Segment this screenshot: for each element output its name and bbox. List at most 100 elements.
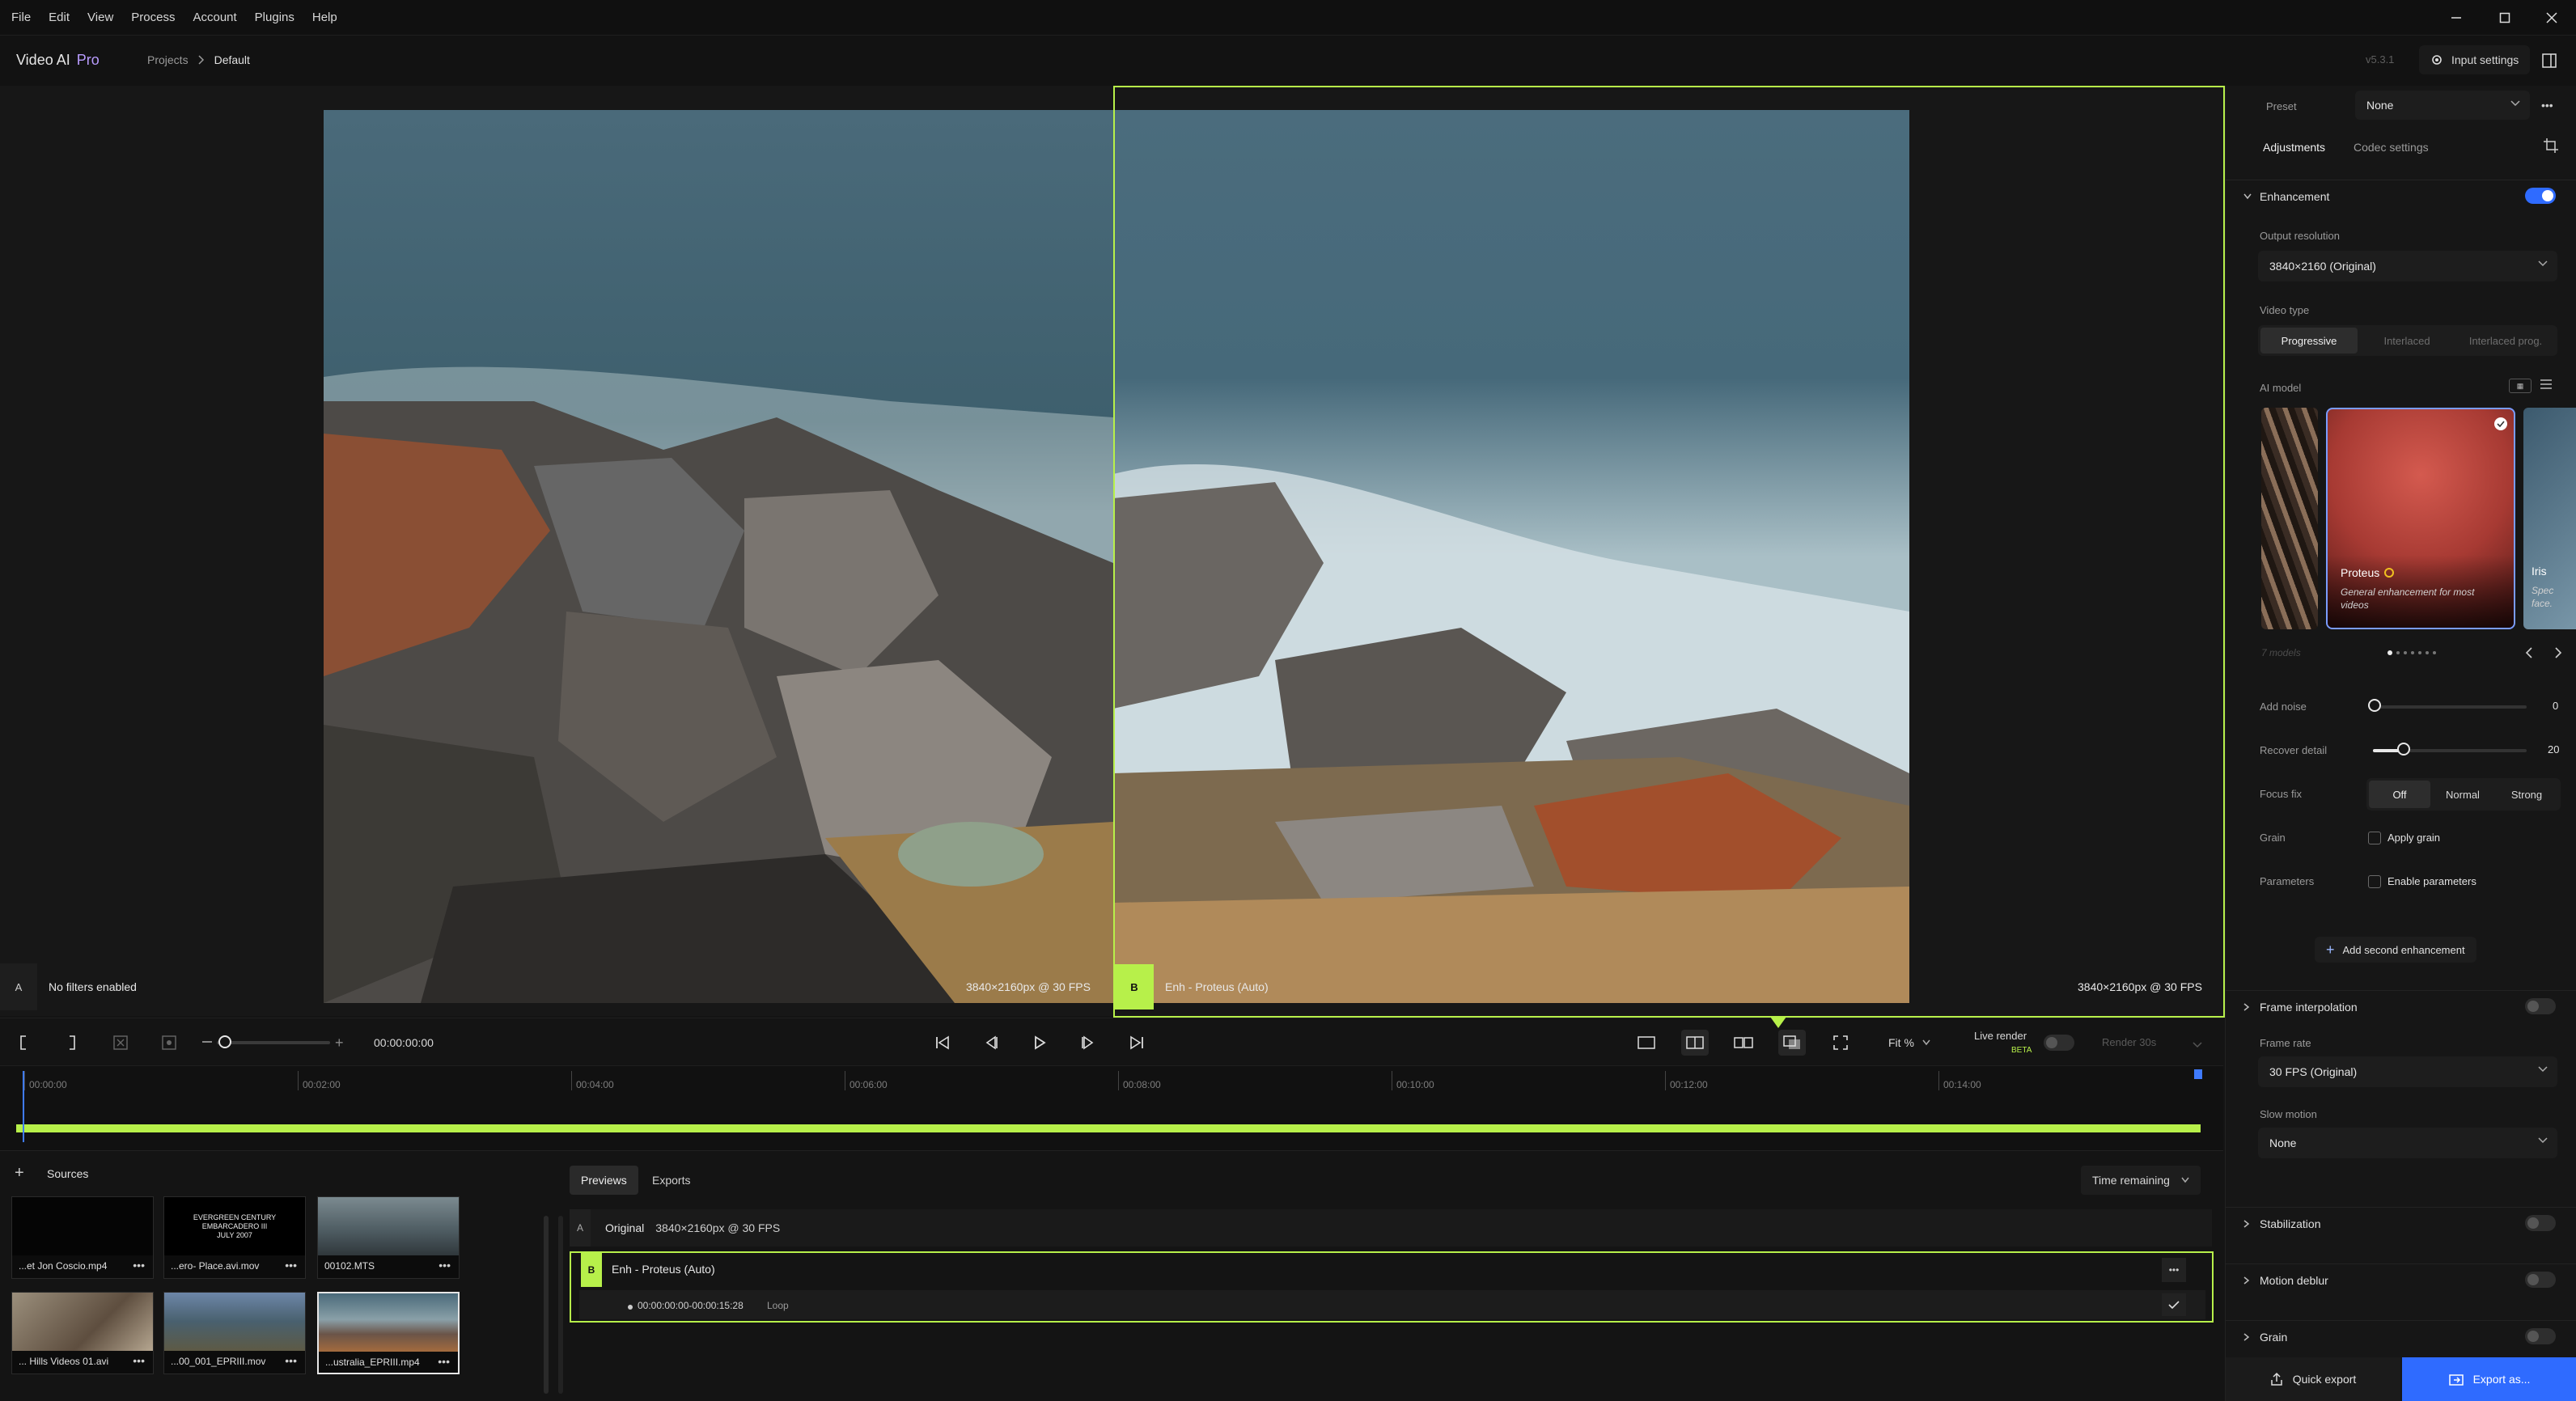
model-card-proteus[interactable]: Proteus General enhancement for most vid… — [2326, 408, 2515, 629]
more-options-icon[interactable]: ••• — [438, 1355, 450, 1368]
enhancement-section-header[interactable]: Enhancement — [2226, 180, 2576, 212]
stabilization-section-header[interactable]: Stabilization — [2226, 1207, 2576, 1239]
add-noise-knob[interactable] — [2368, 699, 2381, 712]
prev-frame-icon[interactable] — [977, 1030, 1005, 1056]
enable-parameters-checkbox[interactable] — [2368, 875, 2381, 888]
model-pagination[interactable] — [2387, 650, 2436, 655]
play-icon[interactable] — [1026, 1030, 1053, 1056]
panel-toggle-icon[interactable] — [2539, 50, 2560, 71]
add-source-icon[interactable]: + — [15, 1164, 24, 1183]
quick-export-button[interactable]: Quick export — [2226, 1357, 2400, 1401]
preview-row-enhanced[interactable]: B Enh - Proteus (Auto) ••• 00:00:00:00-0… — [570, 1251, 2214, 1323]
focus-fix-normal[interactable]: Normal — [2430, 781, 2495, 808]
sort-dropdown[interactable]: Time remaining — [2081, 1166, 2201, 1195]
preview-row-original[interactable]: A Original 3840×2160px @ 30 FPS — [570, 1209, 2212, 1247]
source-thumbnail-selected[interactable]: ...ustralia_EPRIII.mp4 ••• — [317, 1292, 460, 1374]
more-options-icon[interactable]: ••• — [439, 1259, 451, 1272]
source-thumbnail[interactable]: ...00_001_EPRIII.mov ••• — [163, 1292, 306, 1374]
split-view-icon[interactable] — [1681, 1030, 1709, 1056]
list-view-icon[interactable] — [2540, 379, 2553, 393]
minimize-icon[interactable] — [2432, 0, 2481, 36]
frame-rate-dropdown[interactable]: 30 FPS (Original) — [2258, 1056, 2557, 1087]
render-options-chevron-icon[interactable] — [2193, 1038, 2202, 1052]
row-more-icon[interactable]: ••• — [2162, 1258, 2186, 1282]
focus-fix-strong[interactable]: Strong — [2495, 781, 2558, 808]
slow-motion-dropdown[interactable]: None — [2258, 1128, 2557, 1158]
add-noise-slider[interactable] — [2373, 705, 2527, 709]
video-type-interlaced-prog[interactable]: Interlaced prog. — [2456, 328, 2555, 353]
mark-in-icon[interactable] — [10, 1030, 37, 1056]
menu-process[interactable]: Process — [131, 11, 175, 24]
close-icon[interactable] — [2527, 0, 2576, 36]
live-render-toggle[interactable] — [2044, 1035, 2074, 1051]
frame-interpolation-toggle[interactable] — [2525, 998, 2556, 1014]
recover-detail-knob[interactable] — [2397, 743, 2410, 756]
maximize-icon[interactable] — [2481, 0, 2529, 36]
timecode[interactable]: 00:00:00:00 — [374, 1036, 434, 1049]
source-thumbnail[interactable]: ...et Jon Coscio.mp4 ••• — [11, 1196, 154, 1279]
more-options-icon[interactable]: ••• — [285, 1259, 297, 1272]
menu-view[interactable]: View — [87, 11, 113, 24]
next-frame-icon[interactable] — [1074, 1030, 1102, 1056]
preview-viewer[interactable]: A No filters enabled 3840×2160px @ 30 FP… — [0, 86, 2225, 1018]
side-by-side-icon[interactable] — [1730, 1030, 1757, 1056]
zoom-slider-knob[interactable] — [218, 1035, 231, 1048]
preset-more-icon[interactable]: ••• — [2541, 99, 2553, 112]
timeline[interactable]: 00:00:00 00:02:00 00:04:00 00:06:00 00:0… — [0, 1066, 2223, 1150]
zoom-slider[interactable] — [217, 1041, 330, 1044]
mark-out-icon[interactable] — [58, 1030, 86, 1056]
model-card-prev[interactable] — [2261, 408, 2318, 629]
fullscreen-icon[interactable] — [1827, 1030, 1854, 1056]
skip-start-icon[interactable] — [929, 1030, 956, 1056]
add-second-enhancement-button[interactable]: + Add second enhancement — [2315, 937, 2476, 963]
tab-previews[interactable]: Previews — [570, 1166, 638, 1195]
export-as-button[interactable]: Export as... — [2402, 1357, 2576, 1401]
queue-scrollbar[interactable] — [558, 1216, 563, 1394]
more-options-icon[interactable]: ••• — [285, 1354, 297, 1367]
output-resolution-dropdown[interactable]: 3840×2160 (Original) — [2258, 251, 2557, 281]
source-thumbnail[interactable]: EVERGREEN CENTURY EMBARCADERO III JULY 2… — [163, 1196, 306, 1279]
chevron-right-icon[interactable] — [2554, 647, 2562, 662]
sources-scrollbar[interactable] — [544, 1216, 549, 1394]
video-type-interlaced[interactable]: Interlaced — [2358, 328, 2456, 353]
clear-marks-icon[interactable] — [107, 1030, 134, 1056]
enhancement-toggle[interactable] — [2525, 188, 2556, 204]
preset-dropdown[interactable]: None — [2355, 91, 2530, 120]
chevron-left-icon[interactable] — [2525, 647, 2533, 662]
row-check-icon[interactable] — [2162, 1293, 2186, 1316]
grain-toggle[interactable] — [2525, 1328, 2556, 1344]
menu-plugins[interactable]: Plugins — [255, 11, 294, 24]
video-type-progressive[interactable]: Progressive — [2260, 328, 2358, 353]
motion-deblur-toggle[interactable] — [2525, 1272, 2556, 1288]
menu-file[interactable]: File — [11, 11, 31, 24]
playhead[interactable] — [23, 1071, 24, 1142]
more-options-icon[interactable]: ••• — [133, 1259, 145, 1272]
tab-adjustments[interactable]: Adjustments — [2263, 141, 2325, 154]
crop-icon[interactable] — [2543, 138, 2559, 157]
snap-icon[interactable] — [155, 1030, 183, 1056]
single-view-icon[interactable] — [1633, 1030, 1660, 1056]
out-point-marker[interactable] — [2194, 1069, 2202, 1079]
skip-end-icon[interactable] — [1123, 1030, 1150, 1056]
preview-range-bar[interactable] — [16, 1124, 2201, 1132]
render-button[interactable]: Render 30s — [2102, 1036, 2156, 1048]
menu-account[interactable]: Account — [193, 11, 236, 24]
grain-section-header[interactable]: Grain — [2226, 1320, 2576, 1352]
breadcrumb-projects[interactable]: Projects — [147, 53, 189, 66]
overlay-view-icon[interactable] — [1778, 1030, 1806, 1056]
fit-zoom-dropdown[interactable]: Fit % — [1888, 1036, 1930, 1049]
zoom-in-icon[interactable]: + — [335, 1035, 344, 1052]
input-settings-button[interactable]: Input settings — [2419, 45, 2531, 74]
menu-edit[interactable]: Edit — [49, 11, 70, 24]
zoom-out-icon[interactable] — [202, 1041, 212, 1043]
tab-codec-settings[interactable]: Codec settings — [2354, 141, 2429, 154]
more-options-icon[interactable]: ••• — [133, 1354, 145, 1367]
stabilization-toggle[interactable] — [2525, 1215, 2556, 1231]
frame-interpolation-section-header[interactable]: Frame interpolation — [2226, 990, 2576, 1022]
focus-fix-off[interactable]: Off — [2369, 781, 2430, 808]
motion-deblur-section-header[interactable]: Motion deblur — [2226, 1263, 2576, 1296]
model-card-iris[interactable]: Iris Spec face. — [2523, 408, 2576, 629]
tab-exports[interactable]: Exports — [641, 1166, 701, 1195]
menu-help[interactable]: Help — [312, 11, 337, 24]
grid-view-icon[interactable]: ▦ — [2509, 379, 2532, 393]
